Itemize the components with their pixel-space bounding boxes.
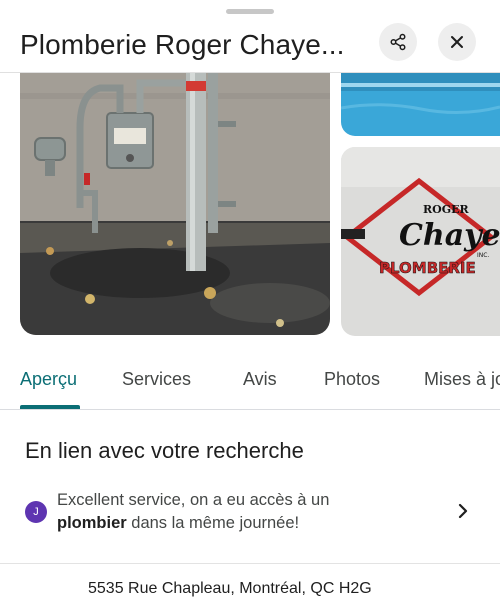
- logo-text-roger: ROGER: [423, 203, 470, 216]
- tab-reviews[interactable]: Avis: [243, 368, 277, 390]
- tab-photos[interactable]: Photos: [324, 368, 380, 390]
- review-text-keyword: plombier: [57, 514, 127, 532]
- drag-handle[interactable]: [226, 9, 274, 14]
- close-button[interactable]: [438, 23, 476, 61]
- chevron-right-icon: [458, 503, 468, 519]
- tabs-divider: [0, 409, 500, 410]
- section-divider: [0, 563, 500, 564]
- tab-overview[interactable]: Aperçu: [20, 368, 77, 390]
- photo-company-logo[interactable]: ROGER Chayer INC. PLOMBERIE: [341, 147, 500, 336]
- tab-bar: Aperçu Services Avis Photos Mises à jour: [0, 356, 500, 410]
- close-icon: [451, 36, 463, 48]
- logo-text-inc: INC.: [477, 252, 489, 259]
- review-text: Excellent service, on a eu accès à un pl…: [57, 489, 397, 535]
- review-text-start: Excellent service, on a eu accès à un: [57, 491, 330, 509]
- review-text-end: dans la même journée!: [126, 514, 300, 532]
- address-text[interactable]: 5535 Rue Chapleau, Montréal, QC H2G: [88, 579, 372, 599]
- photo-gas-meter[interactable]: [20, 73, 330, 335]
- logo-text-plomberie: PLOMBERIE: [379, 259, 476, 277]
- share-button[interactable]: [379, 23, 417, 61]
- photo-pool[interactable]: [341, 73, 500, 136]
- avatar: J: [25, 501, 47, 523]
- review-snippet[interactable]: J Excellent service, on a eu accès à un …: [0, 480, 500, 544]
- business-title: Plomberie Roger Chaye...: [20, 29, 345, 60]
- section-heading: En lien avec votre recherche: [25, 438, 304, 463]
- share-icon: [390, 33, 406, 51]
- tab-updates[interactable]: Mises à jour: [424, 368, 500, 390]
- logo-text-chayer: Chayer: [399, 218, 500, 253]
- tab-services[interactable]: Services: [122, 368, 191, 390]
